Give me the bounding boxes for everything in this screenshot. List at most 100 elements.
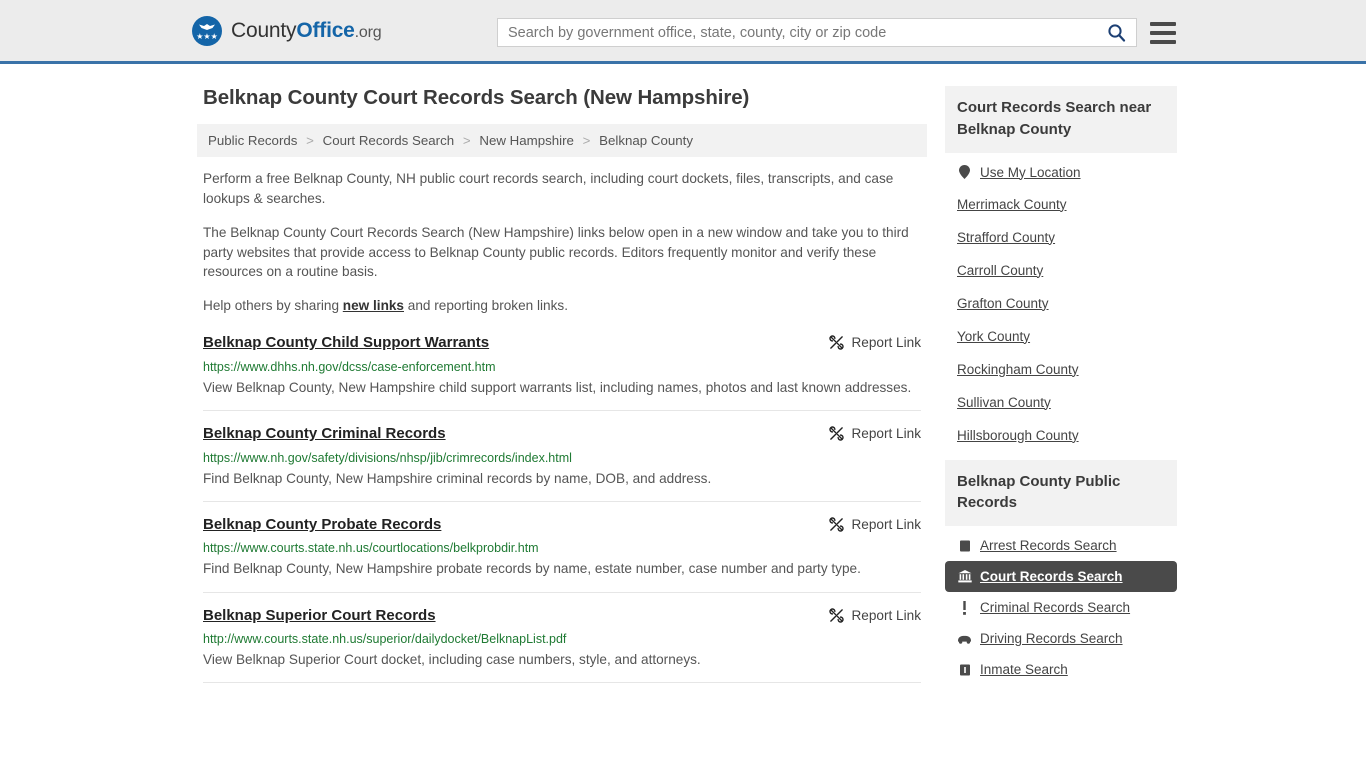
broken-link-icon [829, 335, 845, 350]
sidebar-item-criminal-records-search[interactable]: Criminal Records Search [945, 592, 1177, 623]
logo-text-org: .org [354, 23, 382, 41]
breadcrumb-item-3[interactable]: Belknap County [599, 133, 693, 148]
page-body: Belknap County Court Records Search (New… [0, 64, 1366, 693]
nearby-county-item[interactable]: Hillsborough County [945, 419, 1177, 452]
result-description: Find Belknap County, New Hampshire crimi… [203, 470, 712, 486]
site-logo[interactable]: ★★★ CountyOffice.org [192, 15, 382, 46]
nearby-county-item[interactable]: York County [945, 320, 1177, 353]
intro-p3-after: and reporting broken links. [404, 298, 568, 314]
report-link-label: Report Link [851, 425, 921, 441]
breadcrumb-item-2[interactable]: New Hampshire [479, 133, 574, 148]
search-input[interactable] [506, 19, 1105, 46]
result-header: Belknap County Probate Records Report Li… [203, 516, 921, 535]
result-header: Belknap County Child Support Warrants Re… [203, 334, 921, 353]
header-search-area [497, 18, 1176, 47]
result-title-link[interactable]: Belknap County Probate Records [203, 516, 441, 535]
broken-link-icon [829, 426, 845, 441]
result-url[interactable]: http://www.courts.state.nh.us/superior/d… [203, 632, 921, 646]
result-description: View Belknap Superior Court docket, incl… [203, 652, 701, 668]
result-url[interactable]: https://www.nh.gov/safety/divisions/nhsp… [203, 451, 921, 465]
car-icon [957, 631, 972, 646]
sidebar-item-court-records-search[interactable]: Court Records Search [945, 561, 1177, 592]
sidebar-item-inmate-search[interactable]: Inmate Search [945, 654, 1177, 685]
broken-link-icon [829, 517, 845, 532]
sidebar-item-label: Driving Records Search [980, 631, 1123, 646]
search-button[interactable] [1105, 23, 1128, 42]
result-title-link[interactable]: Belknap County Criminal Records [203, 425, 446, 444]
result-item: Belknap Superior Court Records Report Li… [203, 591, 921, 683]
nearby-counties-list: Use My Location Merrimack County Straffo… [945, 153, 1177, 452]
report-link-button[interactable]: Report Link [829, 426, 921, 441]
jail-icon [957, 662, 972, 677]
widget-nearby-heading: Court Records Search near Belknap County [945, 86, 1177, 153]
public-records-list: Arrest Records Search Court Records Sear… [945, 526, 1177, 685]
content-container: Belknap County Court Records Search (New… [193, 86, 1177, 693]
sidebar-item-label: Inmate Search [980, 662, 1068, 677]
hamburger-menu-icon[interactable] [1150, 21, 1176, 44]
logo-text: CountyOffice.org [231, 18, 382, 43]
site-header: ★★★ CountyOffice.org [0, 0, 1366, 64]
nearby-county-item[interactable]: Rockingham County [945, 353, 1177, 386]
sidebar: Court Records Search near Belknap County… [945, 86, 1177, 693]
result-title-link[interactable]: Belknap Superior Court Records [203, 607, 436, 626]
widget-public-records: Belknap County Public Records Arrest Rec… [945, 459, 1177, 686]
breadcrumb-separator-2: > [582, 133, 591, 148]
results-list: Belknap County Child Support Warrants Re… [197, 330, 927, 684]
intro-paragraph-2: The Belknap County Court Records Search … [203, 224, 909, 280]
result-item: Belknap County Probate Records Report Li… [203, 500, 921, 592]
widget-nearby-counties: Court Records Search near Belknap County… [945, 86, 1177, 452]
result-header: Belknap County Criminal Records Report L… [203, 425, 921, 444]
search-icon [1108, 24, 1126, 42]
result-url[interactable]: https://www.courts.state.nh.us/courtloca… [203, 541, 921, 555]
intro-p3-before: Help others by sharing [203, 298, 343, 314]
hamburger-bar-3 [1150, 39, 1176, 44]
result-header: Belknap Superior Court Records Report Li… [203, 607, 921, 626]
breadcrumb-item-1[interactable]: Court Records Search [323, 133, 455, 148]
map-pin-icon [957, 165, 972, 180]
nearby-county-item[interactable]: Grafton County [945, 287, 1177, 320]
hamburger-bar-2 [1150, 30, 1176, 35]
nearby-county-item[interactable]: Sullivan County [945, 386, 1177, 419]
courthouse-icon [957, 569, 972, 584]
eagle-glyph [199, 23, 215, 30]
sidebar-item-label: Court Records Search [980, 569, 1123, 584]
new-links-link[interactable]: new links [343, 298, 404, 313]
main-column: Belknap County Court Records Search (New… [197, 86, 927, 693]
hamburger-bar-1 [1150, 21, 1176, 26]
sidebar-item-arrest-records-search[interactable]: Arrest Records Search [945, 530, 1177, 561]
result-divider-bottom [203, 682, 921, 684]
report-link-label: Report Link [851, 607, 921, 623]
sidebar-item-driving-records-search[interactable]: Driving Records Search [945, 623, 1177, 654]
exclamation-icon [957, 600, 972, 615]
nearby-county-item[interactable]: Carroll County [945, 254, 1177, 287]
result-description: View Belknap County, New Hampshire child… [203, 379, 912, 395]
logo-stars: ★★★ [196, 31, 218, 41]
result-item: Belknap County Child Support Warrants Re… [203, 330, 921, 410]
intro-paragraph-3: Help others by sharing new links and rep… [197, 296, 927, 316]
page-title: Belknap County Court Records Search (New… [203, 86, 750, 109]
broken-link-icon [829, 607, 845, 623]
nearby-county-item[interactable]: Strafford County [945, 221, 1177, 254]
result-description: Find Belknap County, New Hampshire proba… [203, 561, 861, 577]
breadcrumb-separator-0: > [306, 133, 314, 148]
result-item: Belknap County Criminal Records Report L… [203, 409, 921, 501]
report-link-button[interactable]: Report Link [829, 335, 921, 350]
report-link-label: Report Link [851, 335, 921, 351]
search-box[interactable] [497, 18, 1137, 47]
fingerprint-icon [957, 538, 972, 553]
breadcrumb: Public Records > Court Records Search > … [197, 124, 927, 157]
use-my-location-label: Use My Location [980, 164, 1081, 180]
breadcrumb-item-0[interactable]: Public Records [208, 133, 297, 148]
report-link-label: Report Link [851, 516, 921, 532]
sidebar-item-label: Arrest Records Search [980, 538, 1117, 553]
intro-text: Perform a free Belknap County, NH public… [197, 169, 927, 316]
report-link-button[interactable]: Report Link [829, 608, 921, 623]
eagle-shield-icon: ★★★ [192, 15, 222, 46]
intro-paragraph-1: Perform a free Belknap County, NH public… [203, 171, 894, 206]
result-url[interactable]: https://www.dhhs.nh.gov/dcss/case-enforc… [203, 360, 921, 374]
nearby-county-item[interactable]: Merrimack County [945, 188, 1177, 221]
use-my-location-item[interactable]: Use My Location [945, 157, 1177, 188]
logo-text-office: Office [296, 18, 355, 42]
result-title-link[interactable]: Belknap County Child Support Warrants [203, 334, 489, 353]
report-link-button[interactable]: Report Link [829, 517, 921, 532]
